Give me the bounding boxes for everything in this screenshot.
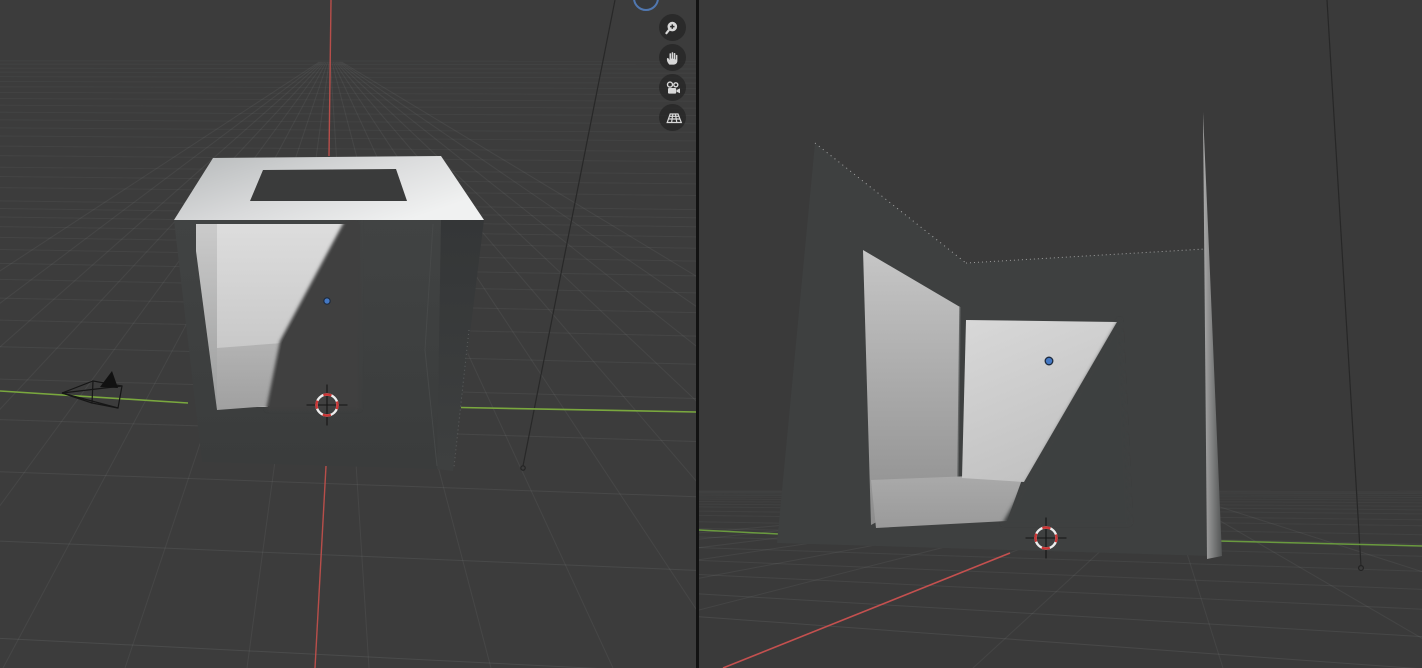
top-hole xyxy=(250,169,407,201)
x-axis-line xyxy=(722,552,1011,668)
right-face xyxy=(437,220,484,471)
camera-view-button[interactable] xyxy=(659,74,686,101)
viewport-right-canvas xyxy=(699,0,1422,668)
viewport-right[interactable] xyxy=(699,0,1422,668)
light-object[interactable] xyxy=(1326,0,1364,571)
light-origin-dot xyxy=(520,465,526,471)
x-axis-line xyxy=(314,465,327,668)
hand-icon xyxy=(666,51,677,65)
viewport-left-canvas xyxy=(0,0,696,668)
perspective-toggle-button[interactable] xyxy=(659,103,686,131)
camera-object[interactable] xyxy=(61,371,123,409)
magnifier-plus-icon xyxy=(664,21,677,34)
viewport-left[interactable] xyxy=(0,0,696,668)
inner-floor xyxy=(871,474,1024,528)
camera-icon xyxy=(666,80,680,94)
object-origin-dot xyxy=(323,297,331,305)
grid-plane-icon xyxy=(665,113,682,124)
y-axis-line xyxy=(460,406,696,413)
object-origin-dot xyxy=(1044,356,1054,366)
mesh-object-hollow-cube-interior[interactable] xyxy=(777,112,1222,559)
pan-view-button[interactable] xyxy=(659,44,686,71)
x-axis-line xyxy=(328,0,332,157)
mesh-object-hollow-cube[interactable] xyxy=(174,156,484,471)
blender-window xyxy=(0,0,1422,668)
camera-up-triangle xyxy=(100,371,118,388)
zoom-button[interactable] xyxy=(659,14,686,41)
